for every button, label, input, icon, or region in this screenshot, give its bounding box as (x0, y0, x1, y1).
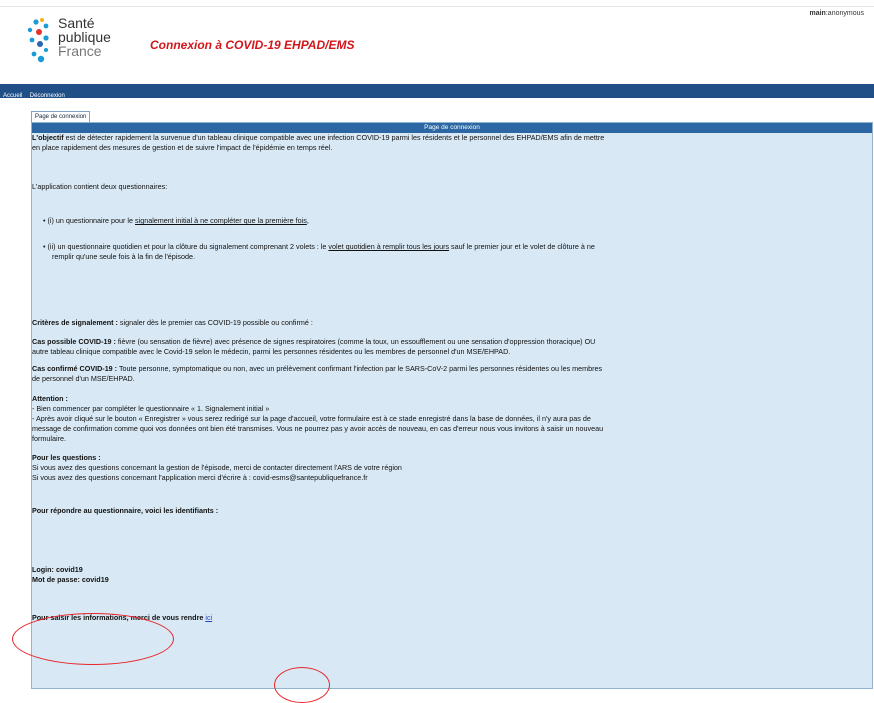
confirmed-case-line-2: de personnel d'un MSE/EHPAD. (32, 374, 135, 383)
password-text: Mot de passe: covid19 (32, 575, 109, 584)
criteria-text: signaler dès le premier cas COVID-19 pos… (117, 318, 313, 327)
bullet-2-underlined: volet quotidien à remplir tous les jours (328, 242, 450, 251)
logo-line-2: publique (58, 29, 111, 45)
logo-text: Santé publique France (58, 16, 111, 58)
panel-content: L'objectif est de détecter rapidement la… (31, 132, 873, 699)
user-label: main (809, 10, 826, 17)
user-value: anonymous (827, 10, 864, 17)
objective-line-2: en place rapidement des mesures de gesti… (32, 143, 333, 152)
questions-title-text: Pour les questions : (32, 453, 101, 462)
top-divider (0, 6, 874, 7)
nav-deconnexion-link[interactable]: Déconnexion (30, 93, 65, 99)
identifiers-title-text: Pour répondre au questionnaire, voici le… (32, 506, 219, 515)
questions-line-1: Si vous avez des questions concernant la… (32, 463, 402, 472)
identifiers-title: Pour répondre au questionnaire, voici le… (32, 506, 218, 516)
logo-line-3: France (58, 43, 102, 59)
bullet-2-prefix: (ii) un questionnaire quotidien et pour … (47, 242, 329, 251)
bullet-2-line-1: • (ii) un questionnaire quotidien et pou… (43, 242, 595, 251)
link-annotation-circle (274, 667, 330, 703)
confirmed-case-text-1: Toute personne, symptomatique ou non, av… (117, 364, 603, 373)
questions-title: Pour les questions : (32, 453, 101, 463)
possible-case-bold: Cas possible COVID-19 : (32, 337, 116, 346)
attention-title: Attention : (32, 394, 68, 404)
app-title: Connexion à COVID-19 EHPAD/EMS (150, 38, 355, 52)
objective-text-1: est de détecter rapidement la survenue d… (63, 133, 605, 142)
enter-information-link[interactable]: ici (205, 613, 212, 622)
attention-title-text: Attention : (32, 394, 68, 403)
attention-line-2: - Après avoir cliqué sur le bouton « Enr… (32, 414, 591, 423)
criteria-bold: Critères de signalement : (32, 318, 118, 327)
login-line: Login: covid19 (32, 565, 83, 575)
confirmed-case-bold: Cas confirmé COVID-19 : (32, 364, 118, 373)
bullet-2-suffix: sauf le premier jour et le volet de clôt… (449, 242, 595, 251)
possible-case-text-1: fièvre (ou sensation de fièvre) avec pré… (115, 337, 596, 346)
user-info: main:anonymous (809, 10, 865, 17)
objective-line-1: L'objectif est de détecter rapidement la… (32, 133, 604, 143)
password-line: Mot de passe: covid19 (32, 575, 109, 585)
questionnaires-intro: L'application contient deux questionnair… (32, 182, 168, 191)
logo-dots-icon (27, 18, 49, 63)
bullet-1-suffix: , (306, 216, 309, 225)
bullet-1-prefix: (i) un questionnaire pour le (47, 216, 136, 225)
tab-page-de-connexion[interactable]: Page de connexion (31, 111, 91, 122)
attention-line-4: formulaire. (32, 434, 66, 443)
questions-line-2: Si vous avez des questions concernant l'… (32, 473, 368, 482)
attention-line-1: - Bien commencer par compléter le questi… (32, 404, 270, 413)
top-navigation-bar: Accueil Déconnexion (0, 84, 874, 99)
login-text: Login: covid19 (32, 565, 83, 574)
bullet-1: • (i) un questionnaire pour le signaleme… (43, 216, 309, 225)
credentials-annotation-circle (12, 613, 174, 665)
bullet-1-underlined: signalement initial à ne compléter que l… (135, 216, 307, 225)
attention-line-3: message de confirmation comme quoi vos d… (32, 424, 604, 433)
bullet-2-line-2: remplir qu'une seule fois à la fin de l'… (52, 252, 195, 261)
possible-case-line-2: autre tableau clinique compatible avec l… (32, 347, 511, 356)
criteria-line: Critères de signalement : signaler dès l… (32, 318, 313, 328)
logo-line-1: Santé (58, 15, 95, 31)
sante-publique-france-logo: Santé publique France (22, 14, 132, 70)
possible-case-line-1: Cas possible COVID-19 : fièvre (ou sensa… (32, 337, 595, 347)
objective-bold: L'objectif (32, 133, 64, 142)
confirmed-case-line-1: Cas confirmé COVID-19 : Toute personne, … (32, 364, 602, 374)
nav-accueil-link[interactable]: Accueil (3, 93, 22, 99)
